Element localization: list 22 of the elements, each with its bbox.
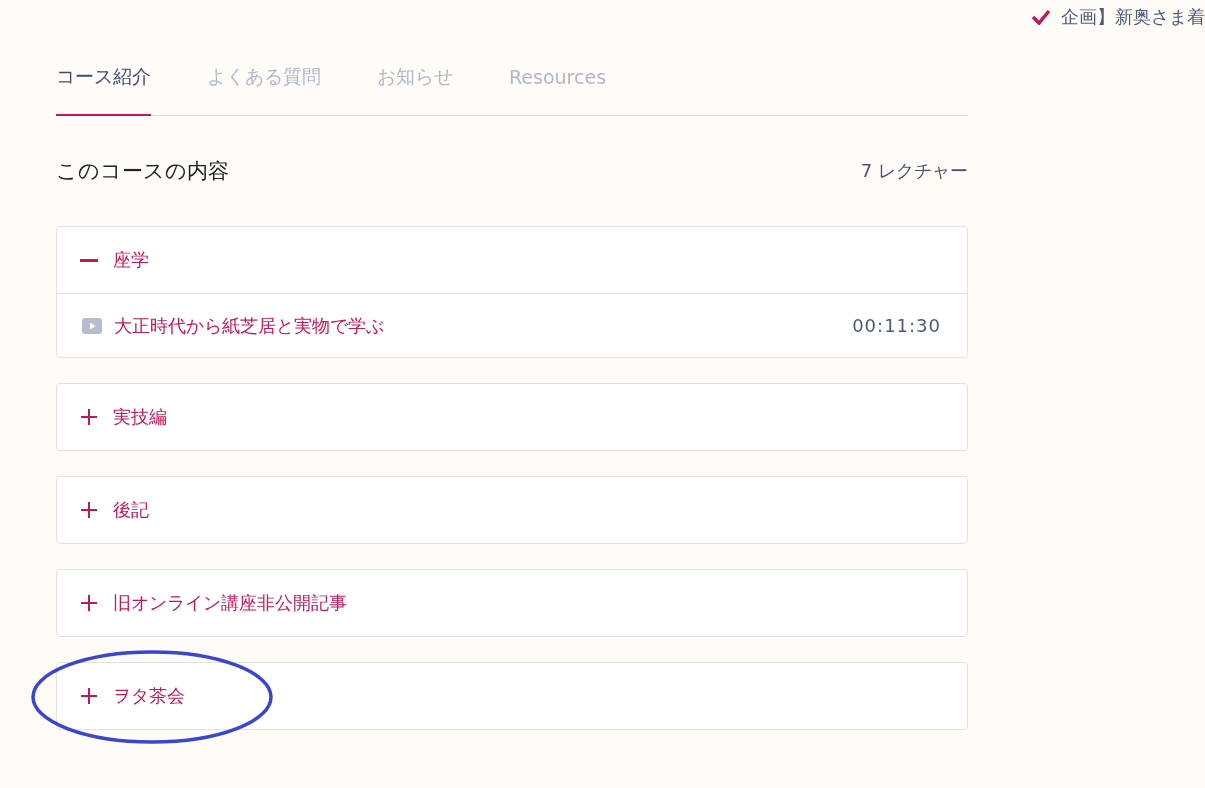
section-header[interactable]: 座学 <box>57 227 967 293</box>
section-title: 旧オンライン講座非公開記事 <box>113 591 347 615</box>
section-header[interactable]: ヲタ茶会 <box>57 663 967 729</box>
tab[interactable]: コース紹介 <box>56 34 151 116</box>
section-header[interactable]: 実技編 <box>57 384 967 450</box>
section-title: ヲタ茶会 <box>113 684 185 708</box>
section-title: 座学 <box>113 248 149 272</box>
section-title: 後記 <box>113 498 149 522</box>
lecture-title[interactable]: 大正時代から紙芝居と実物で学ぶ <box>114 313 384 338</box>
section-header[interactable]: 後記 <box>57 477 967 543</box>
section-heading: このコースの内容 <box>56 158 229 185</box>
notice-text: 企画】新奥さま着 <box>1061 5 1205 29</box>
minus-icon <box>79 258 99 262</box>
section-header[interactable]: 旧オンライン講座非公開記事 <box>57 570 967 636</box>
lecture-duration: 00:11:30 <box>852 315 941 336</box>
lecture-count: 7 レクチャー <box>860 159 968 183</box>
section-title: 実技編 <box>113 405 167 429</box>
video-icon <box>82 317 102 334</box>
plus-icon <box>79 407 99 427</box>
plus-icon <box>79 593 99 613</box>
plus-icon <box>79 686 99 706</box>
plus-icon <box>79 500 99 520</box>
